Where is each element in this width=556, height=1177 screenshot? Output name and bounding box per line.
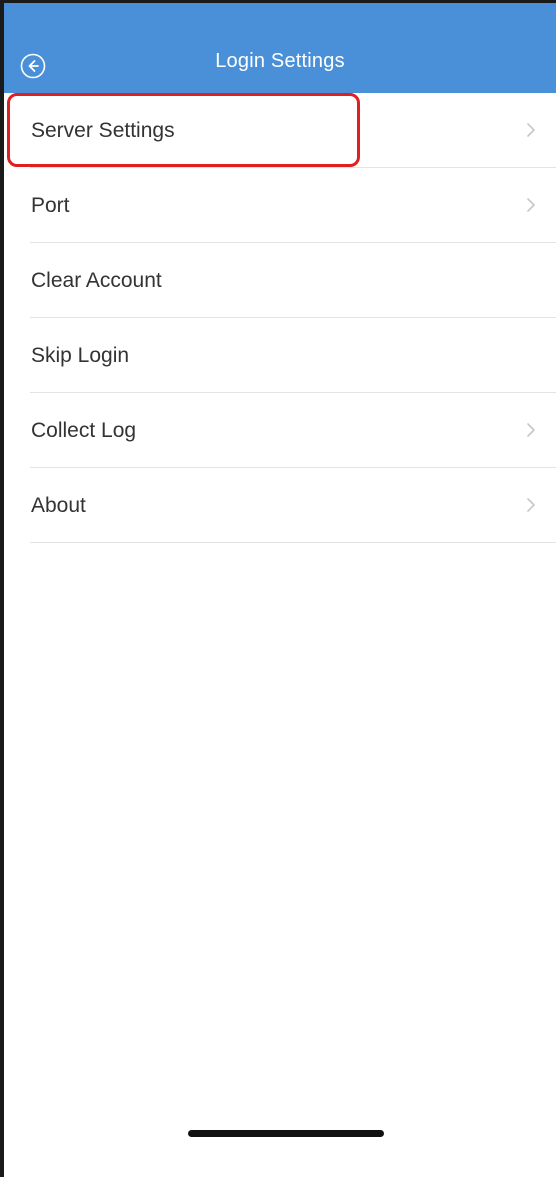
chevron-right-icon (527, 423, 535, 437)
menu-item-server-settings[interactable]: Server Settings (4, 93, 556, 168)
phone-screen: Login Settings Server Settings Port Clea… (0, 0, 556, 1177)
menu-item-label: Collect Log (31, 419, 137, 442)
divider (30, 542, 556, 543)
menu-item-port[interactable]: Port (4, 168, 556, 243)
menu-item-label: Skip Login (31, 344, 130, 367)
chevron-right-icon (527, 123, 535, 137)
chevron-right-icon (527, 198, 535, 212)
menu-item-label: About (31, 494, 86, 517)
settings-list: Server Settings Port Clear Account Skip … (4, 93, 556, 543)
menu-item-label: Clear Account (31, 269, 162, 292)
menu-item-label: Server Settings (31, 119, 175, 142)
page-title: Login Settings (215, 50, 345, 72)
menu-item-about[interactable]: About (4, 468, 556, 543)
chevron-right-icon (527, 498, 535, 512)
menu-item-label: Port (31, 194, 70, 217)
menu-item-skip-login[interactable]: Skip Login (4, 318, 556, 393)
nav-bar: Login Settings (4, 3, 556, 93)
menu-item-collect-log[interactable]: Collect Log (4, 393, 556, 468)
home-indicator[interactable] (188, 1130, 384, 1137)
menu-item-clear-account[interactable]: Clear Account (4, 243, 556, 318)
